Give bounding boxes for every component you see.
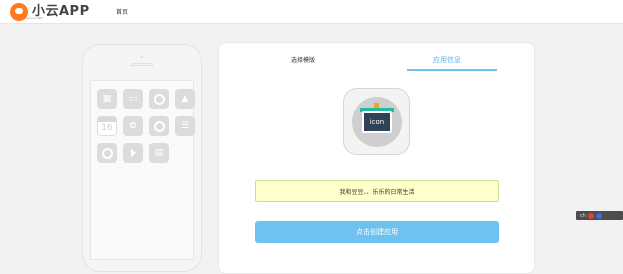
tab-app-info[interactable]: 应用信息 [433, 55, 461, 65]
active-tab-indicator [407, 69, 497, 71]
app-icon-upload[interactable]: icon [343, 88, 410, 155]
shop-icon: ▤ [149, 143, 169, 163]
logo-subtext: xiaoyun APP [24, 16, 43, 20]
phone-screen: ▦ ▭ ▲ 16 ✿ ☰ ▤ [90, 80, 195, 260]
list-icon: ☰ [175, 116, 195, 136]
tab-select-template[interactable]: 选择模版 [291, 55, 315, 64]
floating-toolbar[interactable]: ch [576, 211, 623, 220]
calendar-icon: 16 [97, 116, 117, 136]
phone-speaker [131, 63, 153, 66]
mountain-icon: ▲ [175, 89, 195, 109]
camera-icon [149, 116, 169, 136]
phone-camera-dot [140, 55, 143, 58]
app-icon-grid: ▦ ▭ ▲ 16 ✿ ☰ ▤ [97, 89, 195, 163]
floating-toolbar-label: ch [580, 212, 586, 219]
cloud-icon [149, 89, 169, 109]
phone-preview: ▦ ▭ ▲ 16 ✿ ☰ ▤ [82, 44, 202, 272]
nav-home-link[interactable]: 首页 [116, 7, 128, 16]
music-icon [97, 143, 117, 163]
help-icon[interactable] [595, 212, 602, 219]
top-bar: 小云APP xiaoyun APP 首页 [0, 0, 623, 24]
chat-bubble-icon: ▭ [123, 89, 143, 109]
app-icon-label: icon [362, 111, 392, 133]
logo[interactable]: 小云APP [10, 3, 90, 21]
flower-icon: ✿ [123, 116, 143, 136]
sogou-icon[interactable] [587, 212, 594, 219]
create-app-button[interactable]: 点击创建应用 [255, 221, 499, 243]
grid-icon: ▦ [97, 89, 117, 109]
app-description-field[interactable]: 我和豆豆、、乐乐的日常生活 [255, 180, 499, 202]
app-icon-background: icon [352, 97, 402, 147]
app-info-card: 选择模版 应用信息 icon 我和豆豆、、乐乐的日常生活 点击创建应用 [218, 42, 535, 274]
play-icon [123, 143, 143, 163]
